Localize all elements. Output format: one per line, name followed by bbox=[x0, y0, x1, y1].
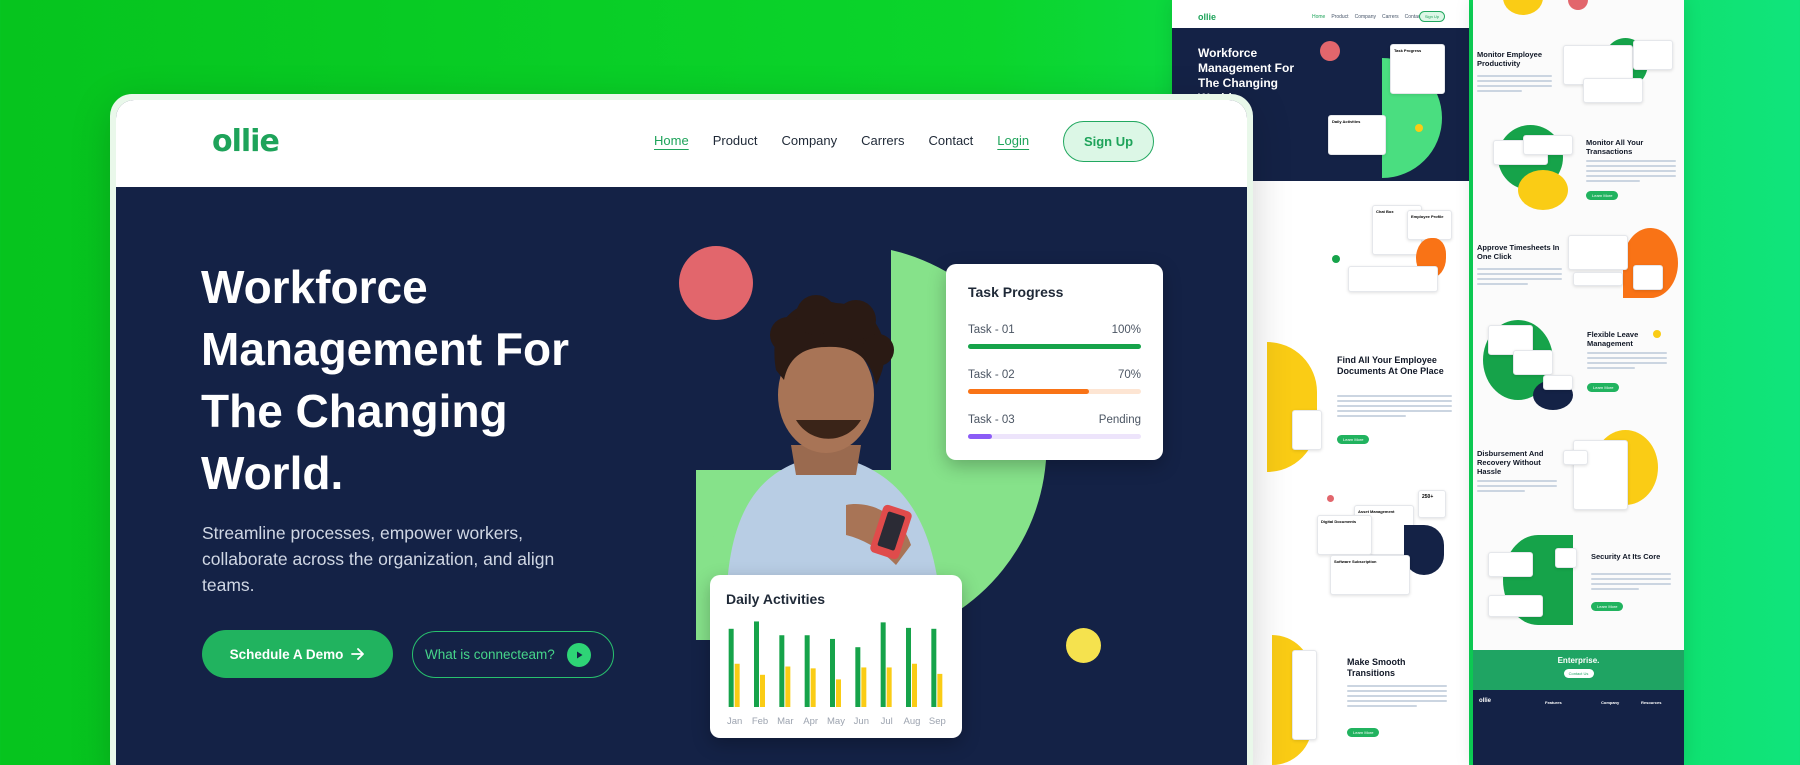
task-progress-bar bbox=[968, 344, 1141, 349]
decorative-yellow-circle bbox=[1066, 628, 1101, 663]
main-browser-frame: ollie Home Product Company Carrers Conta… bbox=[110, 94, 1253, 765]
chart-tick-label: Mar bbox=[777, 716, 793, 727]
chart-bar-mar-0 bbox=[779, 635, 785, 707]
preview-page-right: Monitor Employee Productivity Monitor Al… bbox=[1473, 0, 1684, 765]
preview-task-card: Task Progress bbox=[1390, 44, 1445, 94]
task-row: Task - 01 100% bbox=[968, 324, 1141, 349]
what-is-connecteam-label: What is connecteam? bbox=[425, 647, 555, 662]
chart-tick-label: Feb bbox=[752, 716, 768, 727]
chart-bar-apr-1 bbox=[810, 668, 816, 707]
chart-tick-label: May bbox=[827, 716, 845, 727]
play-icon bbox=[566, 642, 591, 667]
task-name: Task - 02 bbox=[968, 369, 1015, 381]
task-progress-bar bbox=[968, 434, 1141, 439]
preview-daily-card: Daily Activities bbox=[1328, 115, 1386, 155]
daily-activities-chart: Jan Feb Mar Apr May Jun Jul Aug Sep bbox=[727, 621, 946, 727]
chart-tick-label: Aug bbox=[904, 716, 921, 727]
chart-bar-jan-1 bbox=[734, 663, 740, 707]
task-progress-bar bbox=[968, 389, 1141, 394]
landing-page: ollie Home Product Company Carrers Conta… bbox=[116, 100, 1247, 765]
chart-bar-aug-0 bbox=[906, 627, 911, 707]
nav-link-contact[interactable]: Contact bbox=[928, 133, 973, 148]
hero-title: Workforce Management For The Changing Wo… bbox=[201, 261, 570, 499]
chart-tick-label: Jul bbox=[881, 716, 893, 727]
chart-bar-jan-0 bbox=[728, 628, 734, 707]
chart-tick-label: Jun bbox=[854, 716, 869, 727]
nav-link-home[interactable]: Home bbox=[654, 133, 689, 148]
chart-bar-sep-1 bbox=[937, 673, 943, 707]
task-name: Task - 01 bbox=[968, 324, 1015, 336]
preview-section-documents: Find All Your Employee Documents At One … bbox=[1337, 355, 1444, 376]
chart-tick-label: Sep bbox=[929, 716, 946, 727]
brand-logo[interactable]: ollie bbox=[212, 124, 280, 159]
arrow-right-icon bbox=[351, 648, 365, 660]
task-status: Pending bbox=[1098, 414, 1141, 426]
nav-link-product[interactable]: Product bbox=[713, 133, 758, 148]
chart-tick-label: Jan bbox=[727, 716, 742, 727]
chart-bar-aug-1 bbox=[912, 663, 917, 707]
task-status: 100% bbox=[1111, 324, 1141, 336]
task-status: 70% bbox=[1117, 369, 1141, 381]
task-progress-title: Task Progress bbox=[968, 284, 1064, 300]
top-navbar: ollie Home Product Company Carrers Conta… bbox=[116, 100, 1247, 187]
task-progress-card: Task Progress Task - 01 100% Task - 02 7… bbox=[946, 264, 1163, 460]
schedule-demo-label: Schedule A Demo bbox=[229, 646, 344, 662]
chart-bar-mar-1 bbox=[785, 666, 791, 707]
daily-activities-title: Daily Activities bbox=[726, 591, 826, 607]
task-row: Task - 03 Pending bbox=[968, 414, 1141, 439]
chart-tick-label: Apr bbox=[803, 716, 818, 727]
schedule-demo-button[interactable]: Schedule A Demo bbox=[202, 630, 393, 678]
chart-bar-sep-0 bbox=[931, 628, 937, 707]
task-row: Task - 02 70% bbox=[968, 369, 1141, 394]
chart-bar-feb-0 bbox=[754, 621, 759, 707]
chart-bar-jul-1 bbox=[886, 667, 892, 707]
preview-section-transitions: Make Smooth Transitions bbox=[1347, 657, 1406, 678]
task-name: Task - 03 bbox=[968, 414, 1015, 426]
preview-signup: Sign Up bbox=[1419, 11, 1445, 22]
daily-activities-card: Daily Activities Jan Feb Mar Apr May Jun Jul Au… bbox=[710, 575, 962, 738]
chart-bar-jun-1 bbox=[861, 667, 867, 707]
chart-bar-apr-0 bbox=[804, 635, 810, 707]
chart-bar-feb-1 bbox=[760, 674, 765, 707]
chart-bar-may-1 bbox=[836, 679, 841, 707]
chart-bar-may-0 bbox=[830, 638, 835, 707]
person-with-phone-illustration bbox=[726, 295, 941, 615]
chart-bar-jul-0 bbox=[880, 622, 886, 707]
nav-links: Home Product Company Carrers Contact Log… bbox=[654, 133, 1029, 148]
signup-button[interactable]: Sign Up bbox=[1063, 121, 1154, 162]
preview-enterprise-band: Enterprise. Contact Us bbox=[1473, 650, 1684, 690]
chart-bar-jun-0 bbox=[855, 647, 861, 707]
hero-subtitle: Streamline processes, empower workers, c… bbox=[202, 523, 555, 595]
nav-link-carrers[interactable]: Carrers bbox=[861, 133, 904, 148]
preview-logo: ollie bbox=[1198, 12, 1217, 22]
nav-link-company[interactable]: Company bbox=[782, 133, 838, 148]
what-is-connecteam-button[interactable]: What is connecteam? bbox=[412, 631, 614, 678]
preview-footer: ollie Features Company Resources bbox=[1473, 690, 1684, 765]
nav-link-login[interactable]: Login bbox=[997, 133, 1029, 148]
